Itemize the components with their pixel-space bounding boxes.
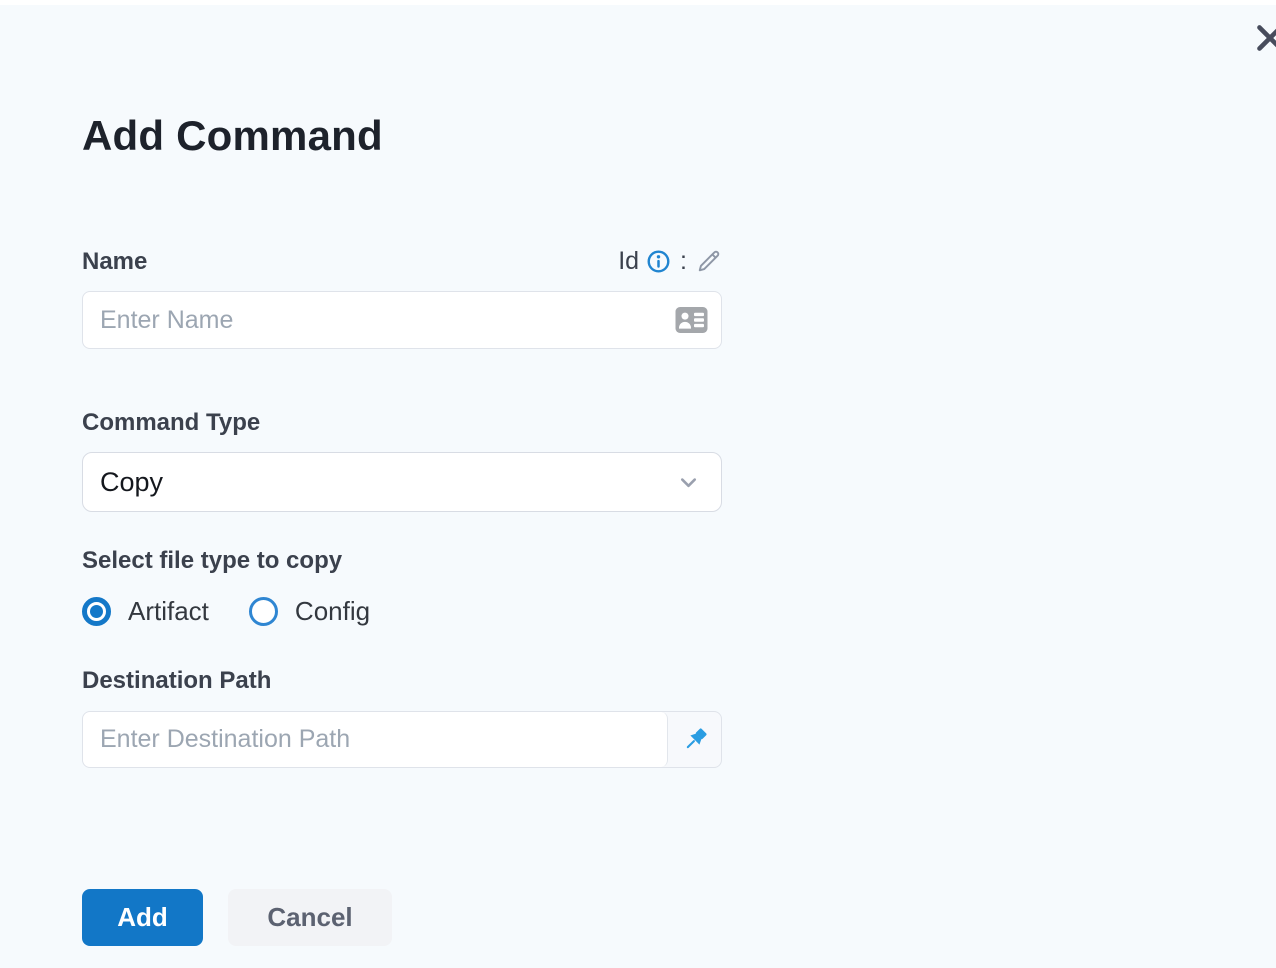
edit-pencil-icon[interactable]	[695, 248, 722, 275]
cancel-button[interactable]: Cancel	[228, 889, 392, 946]
add-button[interactable]: Add	[82, 889, 203, 946]
name-input-wrap	[82, 291, 722, 349]
name-input[interactable]	[83, 292, 721, 348]
name-label-row: Name Id :	[82, 247, 722, 276]
pushpin-icon	[681, 726, 709, 754]
id-group: Id :	[618, 247, 722, 276]
radio-option-artifact[interactable]: Artifact	[82, 596, 209, 627]
close-button[interactable]	[1252, 20, 1276, 56]
command-type-label: Command Type	[82, 409, 261, 436]
destination-path-input[interactable]	[83, 712, 668, 767]
pin-addon-button[interactable]	[668, 712, 721, 767]
contact-card-icon[interactable]	[675, 307, 708, 334]
dialog-actions: Add Cancel	[82, 889, 392, 946]
info-icon[interactable]	[647, 250, 670, 273]
id-colon: :	[680, 247, 687, 275]
command-type-selected-value: Copy	[100, 466, 164, 497]
name-label: Name	[82, 247, 148, 275]
close-icon	[1252, 20, 1276, 56]
command-type-select[interactable]: Copy	[82, 452, 722, 512]
radio-label: Artifact	[128, 595, 209, 626]
file-type-radio-group: Artifact Config	[82, 596, 370, 626]
radio-unselected-icon[interactable]	[248, 596, 278, 626]
radio-selected-icon[interactable]	[82, 596, 111, 626]
chevron-down-icon	[676, 470, 701, 495]
destination-path-label: Destination Path	[82, 667, 272, 694]
destination-path-input-wrap	[82, 711, 722, 768]
id-label: Id	[618, 247, 640, 275]
page-title: Add Command	[82, 112, 383, 159]
radio-label: Config	[294, 595, 371, 626]
top-divider	[0, 0, 1276, 5]
file-type-label: Select file type to copy	[82, 547, 343, 574]
radio-option-config[interactable]: Config	[248, 595, 371, 627]
